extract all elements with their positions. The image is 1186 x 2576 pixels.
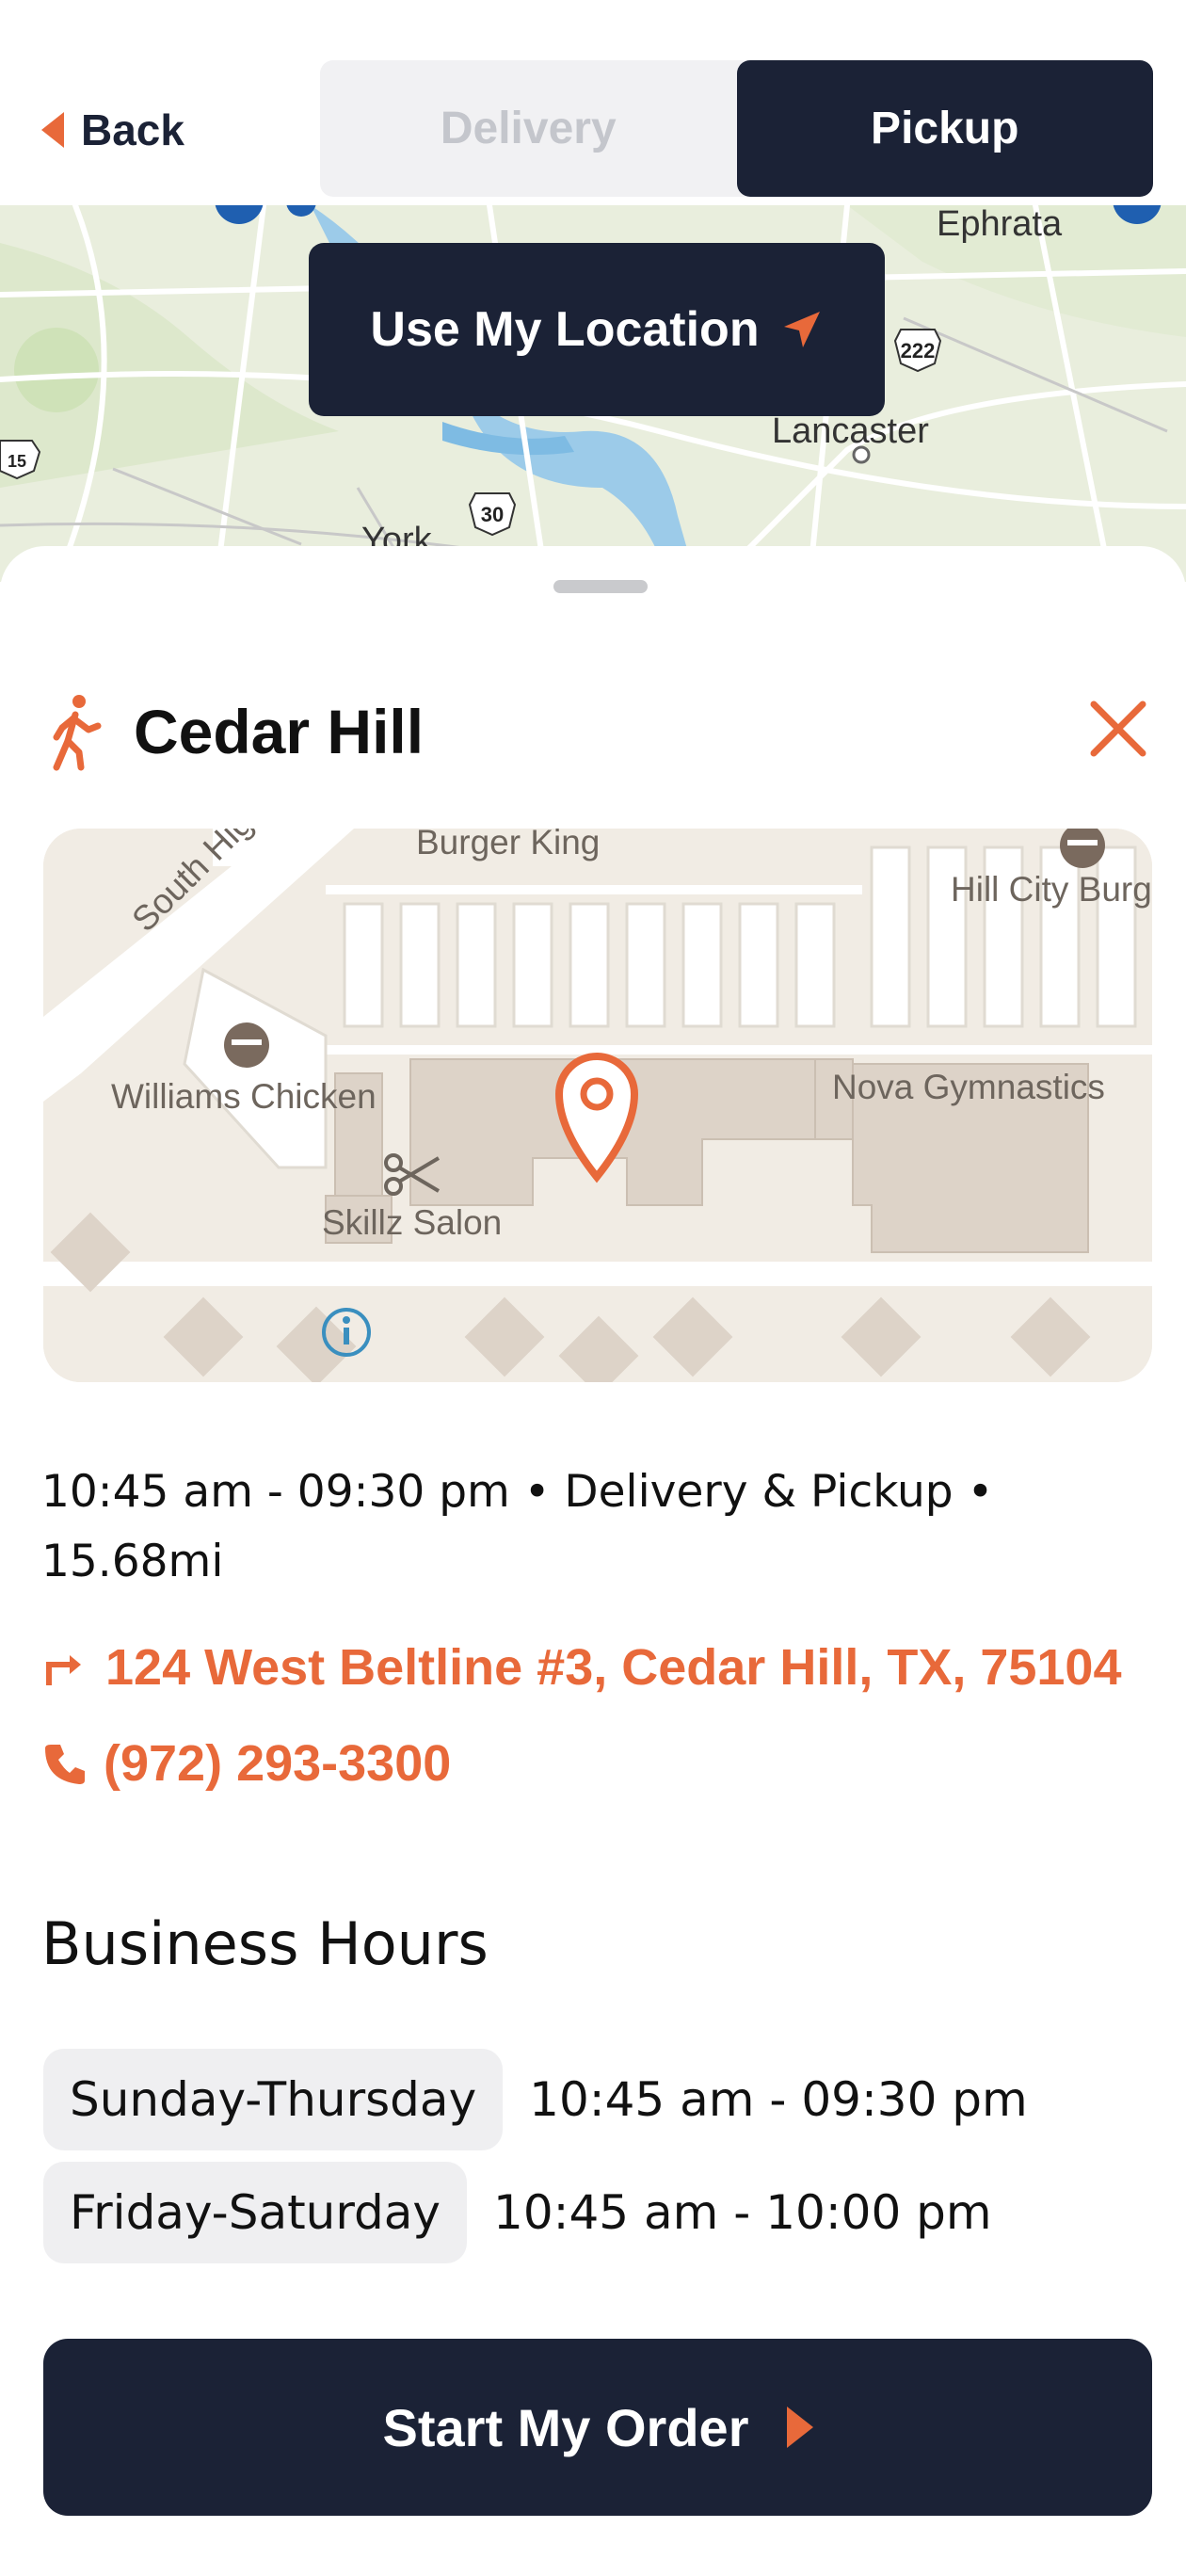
place-label: Skillz Salon: [322, 1203, 503, 1242]
sheet-drag-handle[interactable]: [553, 580, 648, 593]
phone-link[interactable]: (972) 293-3300: [41, 1734, 451, 1793]
svg-text:222: 222: [901, 339, 936, 362]
store-detail-sheet: Cedar Hill Burger King Hill City Burg Wi…: [0, 546, 1186, 2576]
hours-row: Sunday-Thursday 10:45 am - 09:30 pm: [43, 2049, 1028, 2150]
hours-days: Friday-Saturday: [43, 2162, 468, 2263]
phone-text: (972) 293-3300: [104, 1735, 452, 1792]
use-my-location-label: Use My Location: [370, 302, 760, 357]
back-label: Back: [81, 105, 184, 154]
top-bar: Back Delivery Pickup: [0, 0, 1186, 205]
address-text: 124 West Beltline #3, Cedar Hill, TX, 75…: [105, 1639, 1122, 1696]
store-summary: 10:45 am - 09:30 pm • Delivery & Pickup …: [41, 1466, 994, 1587]
tab-delivery[interactable]: Delivery: [320, 60, 737, 197]
hours-time: 10:45 am - 10:00 pm: [493, 2185, 992, 2240]
start-order-button[interactable]: Start My Order: [43, 2339, 1152, 2516]
back-button[interactable]: Back: [41, 98, 184, 162]
hours-time: 10:45 am - 09:30 pm: [529, 2072, 1028, 2127]
phone-icon: [45, 1745, 85, 1784]
place-label: Hill City Burg: [951, 870, 1152, 909]
svg-text:Lancaster: Lancaster: [772, 411, 929, 451]
svg-text:15: 15: [8, 452, 26, 471]
play-arrow-icon: [786, 2407, 813, 2448]
walking-person-icon: [53, 695, 102, 771]
svg-text:30: 30: [481, 503, 504, 526]
hours-days: Sunday-Thursday: [43, 2049, 504, 2150]
store-header: Cedar Hill: [41, 689, 1152, 774]
address-link[interactable]: 124 West Beltline #3, Cedar Hill, TX, 75…: [41, 1638, 1122, 1697]
order-mode-toggle: Delivery Pickup: [320, 60, 1153, 197]
store-location-map[interactable]: Burger King Hill City Burg Williams Chic…: [43, 829, 1152, 1382]
use-my-location-button[interactable]: Use My Location: [309, 243, 885, 416]
business-hours-title: Business Hours: [41, 1909, 489, 1978]
start-order-label: Start My Order: [382, 2397, 749, 2457]
place-label: Burger King: [416, 829, 601, 861]
close-icon[interactable]: [1084, 695, 1152, 763]
hours-row: Friday-Saturday 10:45 am - 10:00 pm: [43, 2162, 992, 2263]
tab-pickup[interactable]: Pickup: [736, 60, 1153, 197]
store-name: Cedar Hill: [134, 697, 425, 766]
place-label: Nova Gymnastics: [832, 1068, 1105, 1106]
navigation-arrow-icon: [783, 312, 820, 347]
place-label: Williams Chicken: [111, 1077, 377, 1116]
back-arrow-icon: [41, 112, 64, 148]
directions-icon: [46, 1655, 81, 1685]
svg-text:Ephrata: Ephrata: [937, 205, 1063, 244]
